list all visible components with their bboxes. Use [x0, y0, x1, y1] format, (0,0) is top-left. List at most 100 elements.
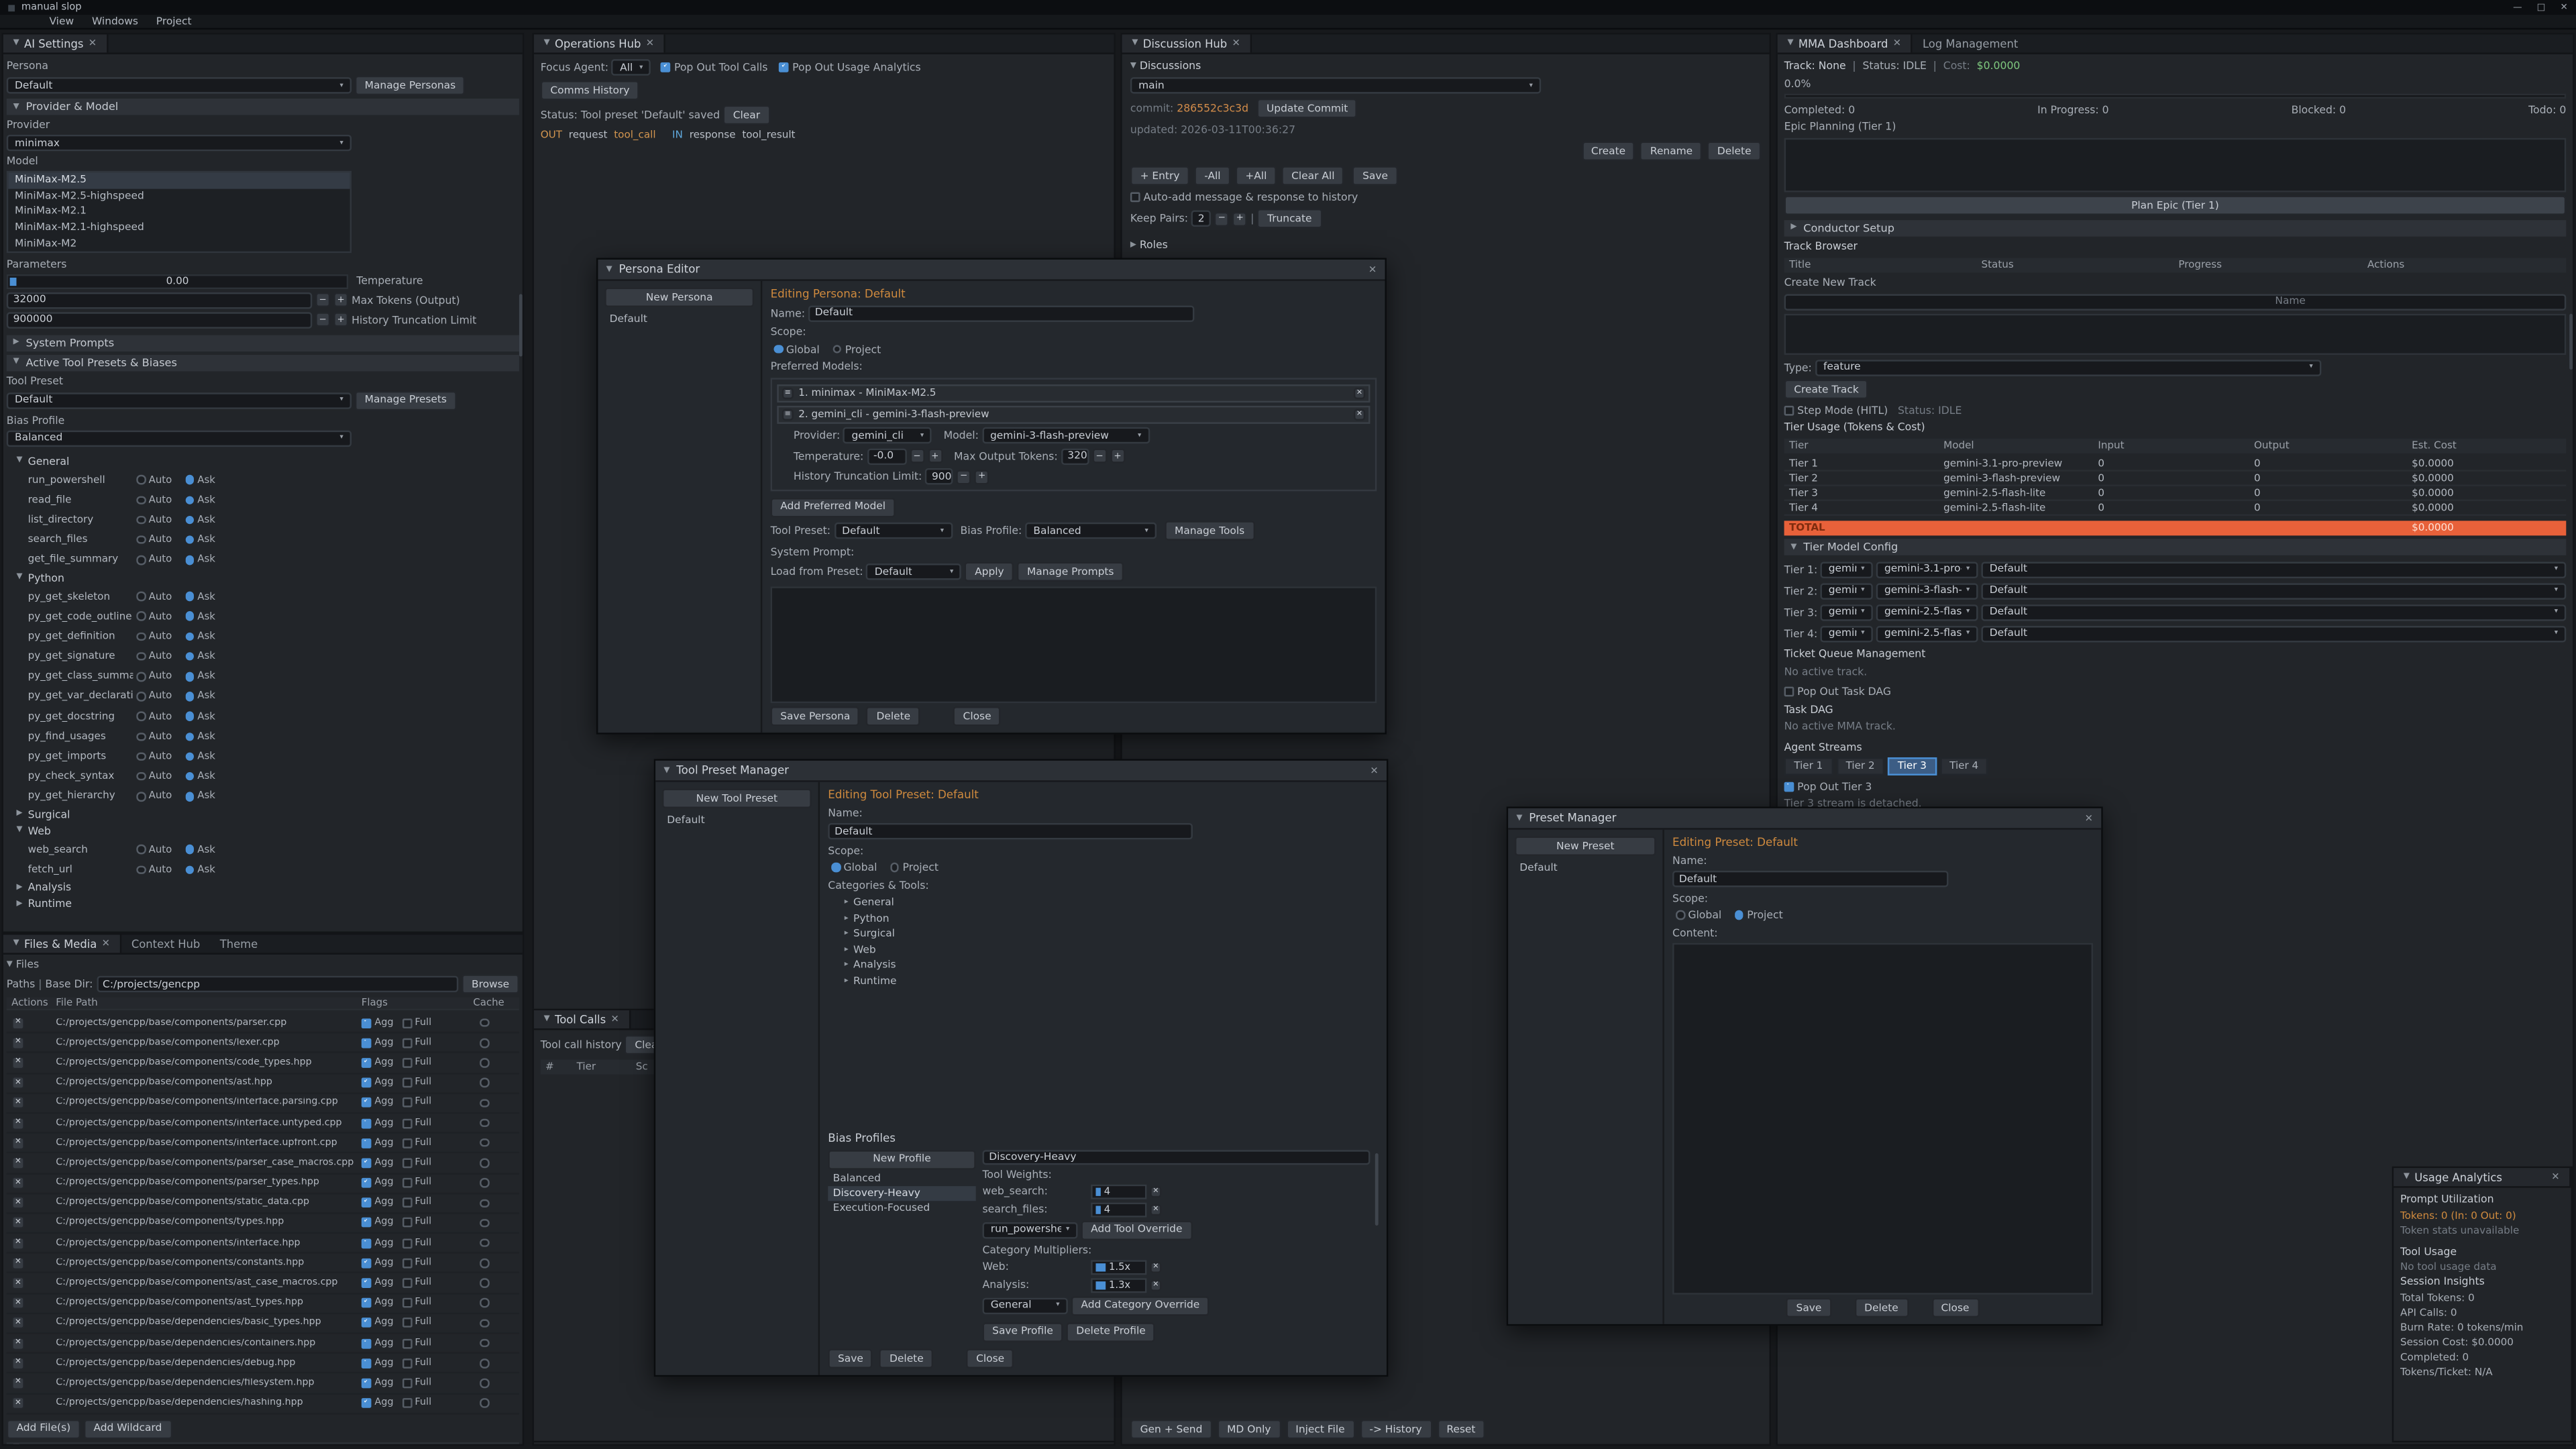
add-entry-button[interactable]: + Entry — [1130, 166, 1189, 185]
remove-file-button[interactable]: ✕ — [11, 1076, 25, 1089]
tab-log-management[interactable]: Log Management — [1913, 34, 2028, 52]
remove-file-button[interactable]: ✕ — [11, 1197, 25, 1210]
increment-button[interactable]: + — [333, 293, 348, 308]
save-persona-button[interactable]: Save Persona — [771, 706, 860, 726]
multiplier-slider[interactable]: 1.3x — [1091, 1277, 1146, 1292]
history-limit-input[interactable]: 900000 — [925, 468, 953, 484]
remove-model-button[interactable]: ✕ — [1354, 387, 1365, 398]
agg-checkbox[interactable]: ✓ — [362, 1318, 372, 1328]
full-checkbox[interactable]: ✓ — [402, 1058, 412, 1068]
add-preferred-model-button[interactable]: Add Preferred Model — [771, 497, 896, 517]
load-preset-dropdown[interactable]: Default▾ — [866, 564, 961, 580]
category-override-dropdown[interactable]: General▾ — [982, 1297, 1067, 1313]
tab-mma-dashboard[interactable]: ▼ MMA Dashboard ✕ — [1778, 34, 1913, 52]
full-checkbox[interactable]: ✓ — [402, 1198, 412, 1208]
close-icon[interactable]: ✕ — [611, 1014, 619, 1025]
increment-button[interactable]: + — [333, 313, 348, 327]
track-name-input[interactable]: Name — [1784, 293, 2567, 309]
ask-radio[interactable] — [185, 515, 194, 524]
reorder-handle-icon[interactable]: ≡ — [782, 409, 794, 420]
tier-preset-dropdown[interactable]: Default▾ — [1981, 625, 2566, 641]
agg-checkbox[interactable]: ✓ — [362, 1138, 372, 1148]
close-dialog-button[interactable]: Close — [1931, 1298, 1979, 1318]
tool-row[interactable]: ▼ Python Auto Ask — [7, 570, 519, 586]
profile-name-input[interactable]: Discovery-Heavy — [982, 1149, 1370, 1164]
full-checkbox[interactable]: ✓ — [402, 1318, 412, 1328]
tab-theme[interactable]: Theme — [210, 934, 268, 953]
ask-radio[interactable] — [185, 732, 194, 741]
menu-item[interactable]: Project — [156, 15, 192, 27]
decrement-button[interactable]: − — [315, 293, 330, 308]
ask-radio[interactable] — [185, 632, 194, 641]
tier-model-dropdown[interactable]: gemini-2.5-flash-lite▾ — [1876, 604, 1978, 620]
auto-radio[interactable] — [136, 692, 145, 700]
preferred-model-dropdown[interactable]: gemini-3-flash-preview▾ — [982, 427, 1150, 443]
tool-preset-manager-titlebar[interactable]: ▼ Tool Preset Manager ✕ — [655, 761, 1387, 782]
ask-radio[interactable] — [185, 752, 194, 761]
stream-tab[interactable]: Tier 3 — [1888, 757, 1936, 775]
remove-file-button[interactable]: ✕ — [11, 1136, 25, 1150]
remove-file-button[interactable]: ✕ — [11, 1336, 25, 1350]
add-tool-override-button[interactable]: Add Tool Override — [1081, 1220, 1192, 1239]
ask-radio[interactable] — [185, 476, 194, 484]
active-presets-section-header[interactable]: ▼ Active Tool Presets & Biases — [7, 355, 519, 371]
persona-tool-preset-dropdown[interactable]: Default▾ — [834, 523, 952, 539]
remove-multiplier-button[interactable]: ✕ — [1150, 1279, 1161, 1291]
auto-radio[interactable] — [136, 632, 145, 641]
auto-radio[interactable] — [136, 495, 145, 504]
remove-file-button[interactable]: ✕ — [11, 1236, 25, 1250]
epic-planning-textarea[interactable] — [1784, 137, 2567, 191]
stream-tab[interactable]: Tier 1 — [1784, 757, 1833, 775]
tab-context-hub[interactable]: Context Hub — [121, 934, 210, 953]
tool-row[interactable]: py_get_class_summary Auto Ask — [7, 666, 519, 686]
full-checkbox[interactable]: ✓ — [402, 1038, 412, 1048]
close-icon[interactable]: ✕ — [1893, 38, 1901, 49]
ask-radio[interactable] — [185, 535, 194, 544]
tier-preset-dropdown[interactable]: Default▾ — [1981, 582, 2566, 598]
decrement-button[interactable]: − — [1214, 211, 1229, 226]
scope-global-radio[interactable] — [831, 863, 840, 871]
ask-radio[interactable] — [185, 845, 194, 854]
agg-checkbox[interactable]: ✓ — [362, 1198, 372, 1208]
bias-profile-item[interactable]: Execution-Focused — [828, 1201, 975, 1216]
auto-radio[interactable] — [136, 515, 145, 524]
tier-model-dropdown[interactable]: gemini-3.1-pro-preview▾ — [1876, 561, 1978, 577]
ask-radio[interactable] — [185, 772, 194, 781]
full-checkbox[interactable]: ✓ — [402, 1398, 412, 1408]
agg-checkbox[interactable]: ✓ — [362, 1178, 372, 1188]
agg-checkbox[interactable]: ✓ — [362, 1258, 372, 1269]
to-history-button[interactable]: -> History — [1360, 1419, 1432, 1439]
remove-file-button[interactable]: ✕ — [11, 1157, 25, 1170]
agg-checkbox[interactable]: ✓ — [362, 1098, 372, 1108]
tier-provider-dropdown[interactable]: gemini▾ — [1820, 604, 1872, 620]
discussion-select[interactable]: main▾ — [1130, 77, 1541, 93]
close-icon[interactable]: ✕ — [2551, 1171, 2559, 1183]
track-type-dropdown[interactable]: feature▾ — [1815, 359, 2321, 375]
delete-persona-button[interactable]: Delete — [867, 706, 920, 726]
plan-epic-button[interactable]: Plan Epic (Tier 1) — [1784, 195, 2567, 215]
menu-item[interactable]: View — [49, 15, 74, 27]
cache-radio[interactable] — [480, 1399, 488, 1407]
remove-file-button[interactable]: ✕ — [11, 1016, 25, 1030]
new-preset-button[interactable]: New Preset — [1515, 837, 1656, 856]
bias-profile-dropdown[interactable]: Balanced▾ — [7, 431, 352, 447]
new-persona-button[interactable]: New Persona — [604, 288, 754, 307]
tool-row[interactable]: run_powershell Auto Ask — [7, 470, 519, 490]
close-icon[interactable]: ✕ — [1368, 264, 1377, 275]
decrement-button[interactable]: − — [315, 313, 330, 327]
popout-tool-calls-checkbox[interactable]: ✓ — [661, 62, 671, 72]
auto-radio[interactable] — [136, 476, 145, 484]
cache-radio[interactable] — [480, 1199, 488, 1208]
manage-tools-button[interactable]: Manage Tools — [1165, 521, 1254, 540]
auto-add-checkbox[interactable]: ✓ — [1130, 193, 1140, 203]
manage-presets-button[interactable]: Manage Presets — [355, 391, 457, 411]
inject-file-button[interactable]: Inject File — [1286, 1419, 1355, 1439]
auto-radio[interactable] — [136, 612, 145, 621]
manage-personas-button[interactable]: Manage Personas — [355, 76, 466, 95]
remove-file-button[interactable]: ✕ — [11, 1057, 25, 1070]
md-only-button[interactable]: MD Only — [1217, 1419, 1281, 1439]
auto-radio[interactable] — [136, 865, 145, 873]
clear-status-button[interactable]: Clear — [723, 105, 770, 125]
increment-button[interactable]: + — [975, 469, 989, 484]
scrollbar-thumb[interactable] — [1375, 1152, 1379, 1225]
